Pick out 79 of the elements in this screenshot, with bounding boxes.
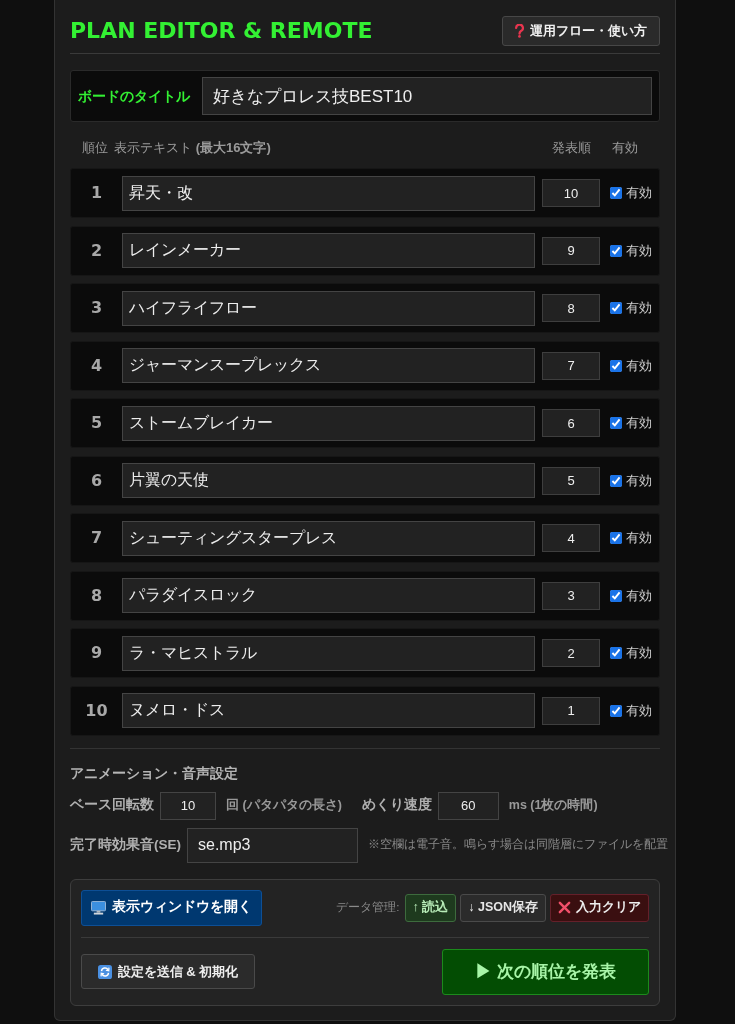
enabled-checkbox[interactable]	[610, 244, 622, 257]
checkbox-label: 有効	[626, 701, 652, 720]
clear-button[interactable]: 入力クリア	[550, 893, 649, 922]
sound-file-field[interactable]: se.mp3	[187, 827, 358, 863]
question-icon	[515, 24, 524, 38]
unit-label: 回 (パタパタの長さ)	[226, 797, 342, 815]
item-text-field[interactable]: ストームブレイカー	[122, 405, 535, 441]
unit-label: ms (1枚の時間)	[508, 797, 598, 815]
checkbox-label: 有効	[626, 644, 652, 663]
column-header: 表示テキスト (最大16文字)	[114, 139, 272, 158]
enabled-checkbox[interactable]	[610, 417, 622, 429]
load-button[interactable]: ↑ 読込	[404, 893, 457, 922]
item-text-field[interactable]: 昇天・改	[122, 175, 535, 211]
rank-number: 9	[89, 642, 104, 664]
setting-label: めくり速度	[361, 796, 432, 815]
item-text-field[interactable]: レインメーカー	[122, 233, 535, 268]
item-text-field[interactable]: ラ・マヒストラル	[122, 635, 535, 671]
monitor-icon	[91, 900, 106, 915]
rank-number: 6	[89, 469, 104, 492]
order-field[interactable]: 8	[542, 294, 600, 322]
setting-field[interactable]: 10	[160, 791, 216, 820]
enabled-checkbox[interactable]	[610, 647, 622, 659]
setting-label: ベース回転数	[70, 796, 154, 815]
checkbox-label: 有効	[626, 356, 652, 375]
order-field[interactable]: 6	[542, 409, 600, 437]
item-text-field[interactable]: パラダイスロック	[122, 578, 535, 613]
order-field[interactable]: 3	[542, 581, 600, 610]
checkbox-label: 有効	[626, 299, 652, 318]
checkbox-label: 有効	[626, 471, 652, 490]
enabled-checkbox[interactable]	[610, 187, 622, 199]
item-text-field[interactable]: シューティングスタープレス	[122, 520, 535, 556]
column-header: 有効	[612, 139, 639, 158]
order-field[interactable]: 9	[542, 236, 600, 265]
refresh-icon	[97, 964, 112, 979]
item-text-field[interactable]: ジャーマンスープレックス	[122, 348, 535, 383]
open-window-button[interactable]: 表示ウィンドウを開く	[81, 889, 262, 926]
checkbox-label: 有効	[626, 414, 652, 433]
checkbox-label: 有効	[626, 529, 652, 548]
save-json-button[interactable]: ↓ JSON保存	[460, 893, 546, 922]
checkbox-label: 有効	[626, 241, 652, 260]
rank-number: 4	[89, 354, 104, 377]
setting-label: 完了時効果音(SE)	[70, 835, 181, 854]
rank-number: 8	[89, 584, 104, 607]
enabled-checkbox[interactable]	[610, 532, 622, 544]
item-text-field[interactable]: ヌメロ・ドス	[122, 693, 535, 728]
enabled-checkbox[interactable]	[610, 589, 622, 602]
cross-icon	[558, 901, 571, 914]
checkbox-label: 有効	[626, 184, 652, 203]
help-button[interactable]: 運用フロー・使い方	[502, 16, 660, 46]
enabled-checkbox[interactable]	[610, 302, 622, 314]
setting-field[interactable]: 60	[437, 791, 499, 820]
order-field[interactable]: 1	[542, 696, 600, 725]
order-field[interactable]: 10	[542, 179, 600, 207]
order-field[interactable]: 2	[542, 639, 600, 667]
item-text-field[interactable]: ハイフライフロー	[122, 290, 535, 326]
rank-number: 1	[89, 182, 104, 204]
hint-text: ※空欄は電子音。鳴らす場合は同階層にファイルを配置	[368, 837, 668, 853]
rank-number: 3	[89, 297, 104, 319]
rank-number: 5	[89, 412, 104, 434]
board-title-label: ボードのタイトル	[78, 86, 191, 106]
order-field[interactable]: 4	[542, 524, 600, 552]
enabled-checkbox[interactable]	[610, 474, 622, 487]
app-title: PLAN EDITOR & REMOTE	[70, 20, 373, 42]
enabled-checkbox[interactable]	[610, 704, 622, 717]
column-header: 発表順	[552, 139, 592, 158]
send-reset-button[interactable]: 設定を送信 & 初期化	[81, 954, 255, 989]
order-field[interactable]: 5	[542, 466, 600, 495]
enabled-checkbox[interactable]	[610, 359, 622, 372]
checkbox-label: 有効	[626, 586, 652, 605]
rank-number: 7	[89, 527, 104, 549]
item-text-field[interactable]: 片翼の天使	[122, 463, 535, 498]
next-rank-button[interactable]: ▶ 次の順位を発表	[442, 948, 649, 995]
data-management-label: データ管理:	[336, 899, 400, 915]
order-field[interactable]: 7	[542, 351, 600, 380]
board-title-field[interactable]: 好きなプロレス技BEST10	[202, 77, 652, 115]
rank-number: 2	[89, 239, 104, 262]
rank-number: 10	[84, 699, 109, 722]
section-title: アニメーション・音声設定	[70, 763, 239, 783]
column-header: 順位	[82, 139, 109, 158]
